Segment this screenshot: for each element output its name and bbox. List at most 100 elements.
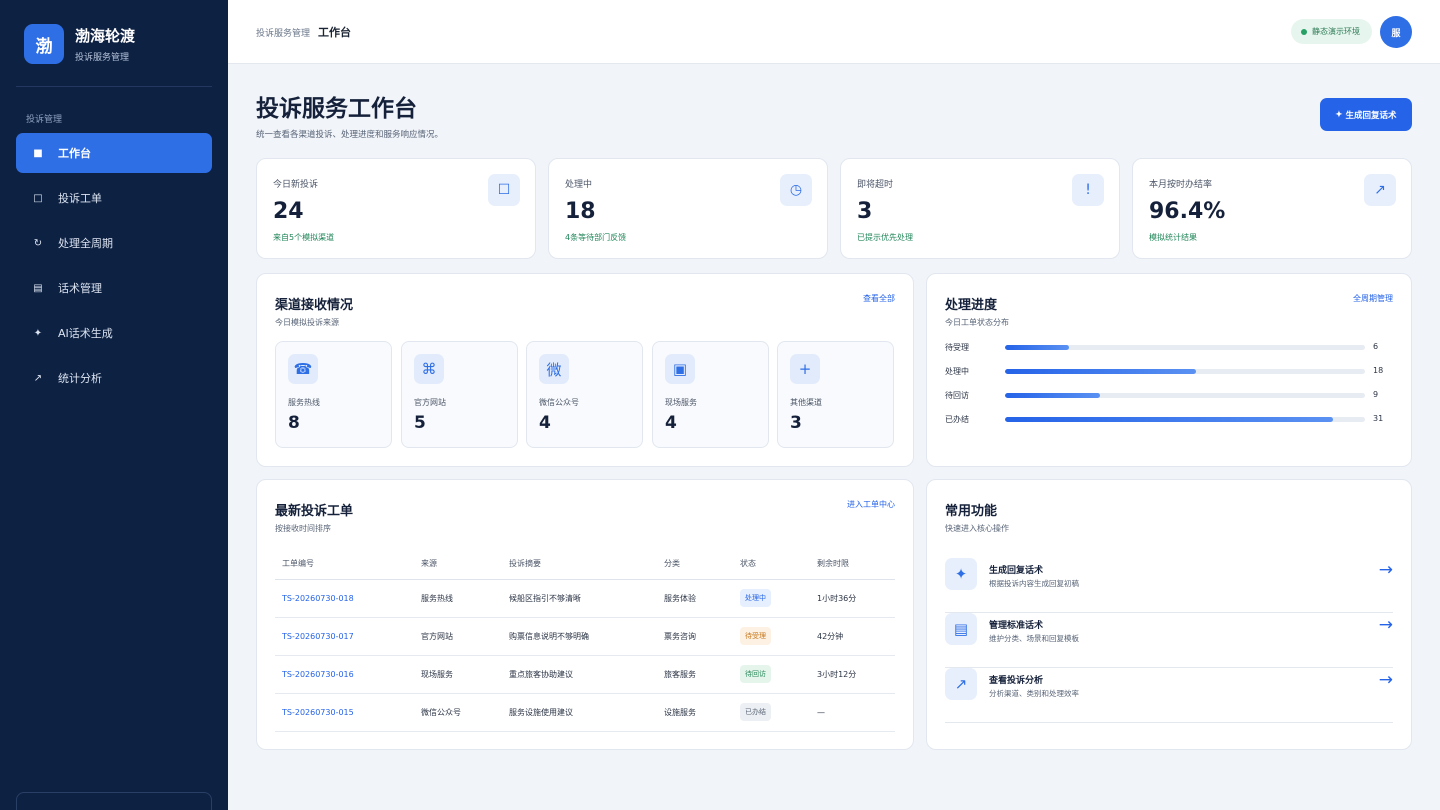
progress-title: 处理进度 xyxy=(945,298,998,313)
onsite-icon: ▣ xyxy=(665,354,695,384)
ticket-id-link[interactable]: TS-20260730-016 xyxy=(275,655,414,694)
alert-icon: ! xyxy=(1072,174,1104,206)
breadcrumb: 投诉服务管理 工作台 xyxy=(256,24,351,40)
progress-label: 处理中 xyxy=(945,367,969,376)
sidebar-item-dashboard[interactable]: ■ 工作台 xyxy=(16,133,212,173)
stat-card-ontime-rate[interactable]: 本月按时办结率 96.4% 模拟统计结果 ↗ xyxy=(1132,158,1412,259)
stat-value: 18 xyxy=(565,199,596,224)
channel-tile[interactable]: 微微信公众号 4 xyxy=(526,341,643,448)
ticket-remaining-time: 1小时36分 xyxy=(810,579,895,618)
table-row[interactable]: TS-20260730-016 现场服务 重点旅客协助建议 旅客服务 待回访 3小时12分 xyxy=(275,655,895,694)
ticket-summary: 重点旅客协助建议 xyxy=(502,655,657,694)
progress-track xyxy=(1005,393,1365,398)
stat-card-new[interactable]: 今日新投诉 24 来自5个模拟渠道 ☐ xyxy=(256,158,536,259)
quick-function-item[interactable]: ↗ 查看投诉分析 分析渠道、类别和处理效率 → xyxy=(945,668,1393,723)
sidebar: 渤 渤海轮渡 投诉服务管理 投诉管理 ■ 工作台 □ 投诉工单 ↻ 处理全周期 ▤ 话术管理 ✦… xyxy=(0,0,228,810)
channel-tile[interactable]: + 其他渠道 3 xyxy=(777,341,894,448)
brand-logo: 渤 xyxy=(24,24,64,64)
progress-track xyxy=(1005,369,1365,374)
breadcrumb-parent[interactable]: 投诉服务管理 xyxy=(256,26,310,39)
progress-fill xyxy=(1005,369,1196,374)
quick-function-item[interactable]: ✦ 生成回复话术 根据投诉内容生成回复初稿 → xyxy=(945,558,1393,613)
channel-count: 5 xyxy=(414,413,426,433)
sidebar-item-trend[interactable]: ↗ 统计分析 xyxy=(16,358,212,398)
stat-card-processing[interactable]: 处理中 18 4条等待部门反馈 ◷ xyxy=(548,158,828,259)
ticket-id-link[interactable]: TS-20260730-017 xyxy=(275,617,414,656)
stat-note: 模拟统计结果 xyxy=(1149,233,1197,242)
channel-name: 官方网站 xyxy=(414,398,446,407)
sidebar-item-script[interactable]: ▤ 话术管理 xyxy=(16,268,212,308)
generate-reply-label: 生成回复话术 xyxy=(1345,109,1397,120)
channels-card: 渠道接收情况 今日模拟投诉来源 查看全部 ☎ 服务热线 8 ⌘ 官方网站 5 微微信公众号 4… xyxy=(256,273,914,467)
ticket-source: 微信公众号 xyxy=(414,693,502,732)
table-row[interactable]: TS-20260730-015 微信公众号 服务设施使用建议 设施服务 已办结 — xyxy=(275,693,895,732)
tickets-card: 最新投诉工单 按接收时间排序 进入工单中心 工单编号 来源 投诉摘要 分类 状态 剩余时限… xyxy=(256,479,914,750)
channel-tile[interactable]: ▣ 现场服务 4 xyxy=(652,341,769,448)
generate-reply-button[interactable]: ✦ 生成回复话术 xyxy=(1320,98,1412,131)
tickets-subtitle: 按接收时间排序 xyxy=(275,524,331,533)
channels-title: 渠道接收情况 xyxy=(275,298,354,313)
table-row[interactable]: TS-20260730-018 服务热线 候船区指引不够清晰 服务体验 处理中 1小时36… xyxy=(275,579,895,618)
sparkle-icon: ✦ xyxy=(33,327,43,339)
stat-card-overdue[interactable]: 即将超时 3 已提示优先处理 ! xyxy=(840,158,1120,259)
trend-icon: ↗ xyxy=(1364,174,1396,206)
sidebar-footer-panel[interactable] xyxy=(16,792,212,810)
progress-value: 6 xyxy=(1373,342,1379,351)
channel-tile[interactable]: ⌘ 官方网站 5 xyxy=(401,341,518,448)
column-header: 状态 xyxy=(733,549,810,580)
arrow-right-icon[interactable]: → xyxy=(1379,670,1393,690)
brand[interactable]: 渤 渤海轮渡 投诉服务管理 xyxy=(24,24,135,64)
column-header: 剩余时限 xyxy=(810,549,895,580)
ticket-center-link[interactable]: 进入工单中心 xyxy=(847,499,895,510)
arrow-right-icon[interactable]: → xyxy=(1379,615,1393,635)
stat-value: 96.4% xyxy=(1149,199,1226,224)
inbox-icon: ☐ xyxy=(488,174,520,206)
clock-icon: ◷ xyxy=(780,174,812,206)
ticket-id-link[interactable]: TS-20260730-015 xyxy=(275,693,414,732)
channel-name: 现场服务 xyxy=(665,398,697,407)
ticket-icon: □ xyxy=(33,192,43,204)
progress-track xyxy=(1005,345,1365,350)
stat-label: 本月按时办结率 xyxy=(1149,180,1213,190)
stat-label: 处理中 xyxy=(565,180,593,190)
sidebar-item-label: 投诉工单 xyxy=(58,192,102,205)
ticket-summary: 购票信息说明不够明确 xyxy=(502,617,657,656)
page-title: 投诉服务工作台 xyxy=(256,96,417,122)
channel-tile[interactable]: ☎ 服务热线 8 xyxy=(275,341,392,448)
ticket-category: 票务咨询 xyxy=(657,617,733,656)
lifecycle-link[interactable]: 全周期管理 xyxy=(1353,293,1393,304)
ticket-remaining-time: 3小时12分 xyxy=(810,655,895,694)
progress-fill xyxy=(1005,417,1334,422)
ticket-id-link[interactable]: TS-20260730-018 xyxy=(275,579,414,618)
trend-icon: ↗ xyxy=(33,372,43,384)
cycle-icon: ↻ xyxy=(33,237,43,249)
stat-note: 已提示优先处理 xyxy=(857,233,913,242)
stat-label: 即将超时 xyxy=(857,180,894,190)
quick-function-item[interactable]: ▤ 管理标准话术 维护分类、场景和回复模板 → xyxy=(945,613,1393,668)
sidebar-item-label: AI话术生成 xyxy=(58,327,113,340)
table-row[interactable]: TS-20260730-017 官方网站 购票信息说明不够明确 票务咨询 待受理 42分钟 xyxy=(275,617,895,656)
ticket-status-cell: 待回访 xyxy=(733,655,810,694)
view-all-link[interactable]: 查看全部 xyxy=(863,293,895,304)
arrow-right-icon[interactable]: → xyxy=(1379,560,1393,580)
progress-track xyxy=(1005,417,1365,422)
progress-value: 18 xyxy=(1373,366,1384,375)
user-avatar[interactable]: 服 xyxy=(1380,16,1412,48)
quick-function-title: 管理标准话术 xyxy=(989,621,1044,631)
sparkle-icon: ✦ xyxy=(1335,109,1343,119)
quick-function-title: 生成回复话术 xyxy=(989,566,1044,576)
ticket-summary: 服务设施使用建议 xyxy=(502,693,657,732)
quick-functions-card: 常用功能 快速进入核心操作 ✦ 生成回复话术 根据投诉内容生成回复初稿 → ▤ 管理标准话… xyxy=(926,479,1412,750)
status-dot-icon xyxy=(1301,28,1307,35)
sidebar-item-ticket[interactable]: □ 投诉工单 xyxy=(16,178,212,218)
progress-row: 处理中 18 xyxy=(945,366,1385,378)
progress-label: 待受理 xyxy=(945,343,969,352)
sidebar-item-cycle[interactable]: ↻ 处理全周期 xyxy=(16,223,212,263)
progress-fill xyxy=(1005,345,1069,350)
ticket-source: 官方网站 xyxy=(414,617,502,656)
sidebar-item-sparkle[interactable]: ✦ AI话术生成 xyxy=(16,313,212,353)
quick-functions-subtitle: 快速进入核心操作 xyxy=(945,524,1009,533)
ticket-category: 旅客服务 xyxy=(657,655,733,694)
dashboard-icon: ■ xyxy=(33,147,43,159)
channel-name: 微信公众号 xyxy=(539,398,579,407)
